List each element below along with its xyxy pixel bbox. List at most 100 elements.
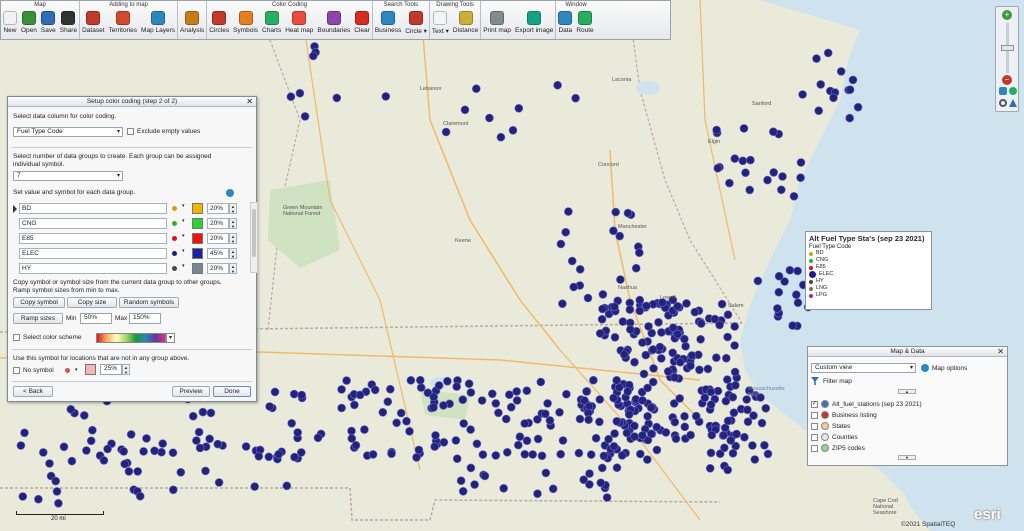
station-dot[interactable] (642, 301, 651, 311)
station-dot[interactable] (722, 375, 732, 384)
station-dot[interactable] (793, 298, 803, 308)
station-dot[interactable] (730, 154, 740, 163)
station-dot[interactable] (296, 448, 306, 457)
data-group-row[interactable]: CNG ▾ 20% ▲ ▼ (19, 218, 249, 230)
data-group-row[interactable]: ELEC ▾ 45% ▲ ▼ (19, 248, 249, 260)
station-dot[interactable] (562, 389, 571, 399)
station-dot[interactable] (158, 439, 167, 448)
station-dot[interactable] (604, 434, 613, 444)
station-dot[interactable] (264, 452, 274, 462)
station-dot[interactable] (496, 132, 506, 142)
station-dot[interactable] (443, 376, 452, 386)
station-dot[interactable] (139, 447, 148, 456)
view-select[interactable]: Custom view ▾ (811, 363, 916, 373)
station-dot[interactable] (723, 465, 733, 475)
station-dot[interactable] (537, 451, 547, 461)
groups-count-select[interactable]: 7 ▾ (13, 171, 123, 181)
station-dot[interactable] (706, 400, 716, 409)
station-dot[interactable] (556, 449, 566, 459)
station-dot[interactable] (439, 401, 448, 410)
station-dot[interactable] (599, 451, 609, 461)
exclude-empty-checkbox[interactable] (127, 128, 134, 135)
station-dot[interactable] (618, 317, 628, 326)
layer-label[interactable]: Alt_fuel_stations (sep 23 2021) (832, 401, 922, 408)
station-dot[interactable] (652, 445, 662, 455)
station-dot[interactable] (663, 367, 673, 376)
station-dot[interactable] (743, 417, 753, 427)
station-dot[interactable] (434, 381, 444, 390)
group-size-input[interactable]: 45% (207, 248, 229, 259)
station-dot[interactable] (512, 387, 522, 396)
station-dot[interactable] (555, 407, 564, 417)
station-dot[interactable] (757, 418, 767, 428)
station-dot[interactable] (661, 428, 671, 437)
station-dot[interactable] (675, 394, 685, 403)
map-view-icon[interactable] (999, 87, 1007, 95)
data-group-row[interactable]: BD ▾ 20% ▲ ▼ (19, 203, 249, 215)
station-dot[interactable] (82, 446, 91, 455)
station-dot[interactable] (681, 341, 690, 351)
group-symbol-dot[interactable] (172, 266, 177, 271)
station-dot[interactable] (719, 430, 728, 440)
station-dot[interactable] (655, 342, 665, 352)
station-dot[interactable] (368, 450, 378, 459)
ribbon-button-charts[interactable]: Charts (260, 10, 283, 39)
layer-checkbox[interactable] (811, 433, 818, 441)
station-dot[interactable] (441, 127, 451, 137)
station-dot[interactable] (142, 434, 151, 443)
map-options-icon[interactable] (921, 364, 929, 372)
station-dot[interactable] (705, 463, 715, 473)
station-dot[interactable] (793, 266, 802, 276)
station-dot[interactable] (731, 380, 740, 390)
station-dot[interactable] (596, 478, 606, 488)
station-dot[interactable] (439, 437, 449, 447)
station-dot[interactable] (477, 396, 487, 405)
station-dot[interactable] (612, 416, 622, 426)
station-dot[interactable] (295, 88, 305, 98)
map-options-link[interactable]: Map options (932, 365, 967, 372)
station-dot[interactable] (355, 390, 365, 400)
station-dot[interactable] (80, 411, 89, 420)
chevron-down-icon[interactable]: ▾ (182, 248, 185, 254)
station-dot[interactable] (561, 227, 571, 237)
station-dot[interactable] (59, 442, 69, 452)
station-dot[interactable] (591, 433, 601, 443)
station-dot[interactable] (385, 384, 395, 394)
station-dot[interactable] (471, 84, 481, 93)
filter-icon[interactable] (811, 377, 819, 385)
station-dot[interactable] (630, 432, 639, 441)
layer-row[interactable]: ✓ Alt_fuel_stations (sep 23 2021) (811, 400, 922, 408)
station-dot[interactable] (703, 364, 713, 374)
station-dot[interactable] (88, 425, 97, 435)
scrollbar-thumb[interactable] (252, 209, 256, 257)
station-dot[interactable] (150, 446, 159, 456)
ribbon-button-open-folder[interactable]: Open (19, 10, 39, 39)
station-dot[interactable] (690, 307, 700, 317)
station-dot[interactable] (466, 463, 476, 473)
ribbon-button-business[interactable]: Business (373, 10, 403, 39)
station-dot[interactable] (466, 425, 475, 434)
expand-down-icon[interactable]: ▼ (898, 455, 916, 460)
station-dot[interactable] (753, 276, 763, 286)
station-dot[interactable] (638, 431, 647, 440)
station-dot[interactable] (725, 178, 734, 188)
station-dot[interactable] (491, 399, 501, 408)
station-dot[interactable] (506, 402, 516, 412)
station-dot[interactable] (520, 419, 530, 428)
station-dot[interactable] (700, 393, 710, 403)
station-dot[interactable] (595, 395, 605, 404)
station-dot[interactable] (625, 305, 635, 314)
station-dot[interactable] (635, 295, 645, 305)
station-dot[interactable] (657, 328, 666, 337)
station-dot[interactable] (761, 403, 771, 413)
unmatched-symbol-dot[interactable] (65, 368, 70, 373)
station-dot[interactable] (723, 310, 733, 320)
station-dot[interactable] (342, 376, 351, 385)
station-dot[interactable] (536, 377, 546, 387)
station-dot[interactable] (250, 482, 259, 491)
station-dot[interactable] (686, 361, 695, 371)
group-value-input[interactable]: E85 (19, 233, 167, 244)
data-group-row[interactable]: E85 ▾ 20% ▲ ▼ (19, 233, 249, 245)
random-symbols-button[interactable]: Random symbols (119, 297, 179, 308)
ribbon-button-data[interactable]: Data (556, 10, 574, 39)
